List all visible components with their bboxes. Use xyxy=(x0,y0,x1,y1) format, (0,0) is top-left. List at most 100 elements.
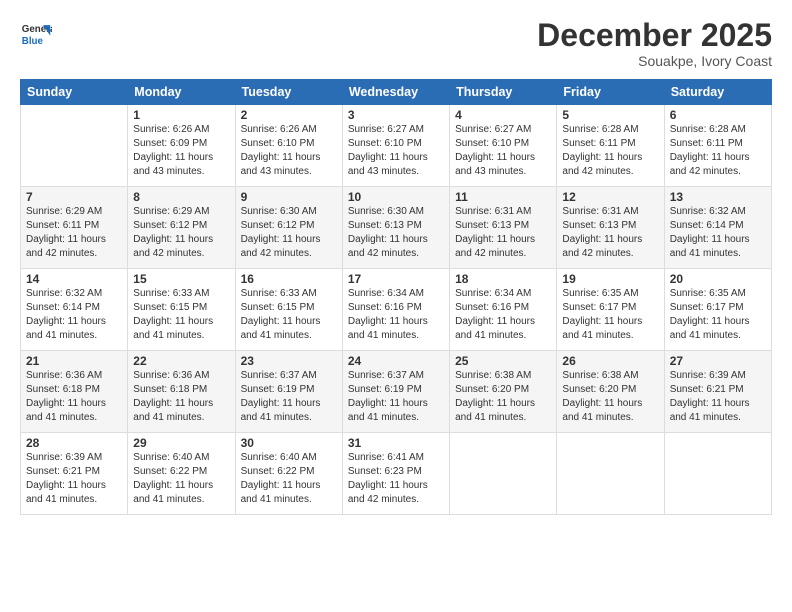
day-number: 8 xyxy=(133,190,229,204)
col-header-thursday: Thursday xyxy=(450,80,557,105)
calendar-cell: 17Sunrise: 6:34 AM Sunset: 6:16 PM Dayli… xyxy=(342,269,449,351)
calendar-cell: 11Sunrise: 6:31 AM Sunset: 6:13 PM Dayli… xyxy=(450,187,557,269)
day-number: 23 xyxy=(241,354,337,368)
calendar-cell: 23Sunrise: 6:37 AM Sunset: 6:19 PM Dayli… xyxy=(235,351,342,433)
calendar-cell: 18Sunrise: 6:34 AM Sunset: 6:16 PM Dayli… xyxy=(450,269,557,351)
svg-text:Blue: Blue xyxy=(22,36,44,47)
day-number: 17 xyxy=(348,272,444,286)
cell-info: Sunrise: 6:29 AM Sunset: 6:12 PM Dayligh… xyxy=(133,205,229,260)
page: General Blue December 2025 Souakpe, Ivor… xyxy=(0,0,792,612)
cell-info: Sunrise: 6:31 AM Sunset: 6:13 PM Dayligh… xyxy=(455,205,551,260)
cell-info: Sunrise: 6:30 AM Sunset: 6:13 PM Dayligh… xyxy=(348,205,444,260)
calendar-cell: 14Sunrise: 6:32 AM Sunset: 6:14 PM Dayli… xyxy=(21,269,128,351)
col-header-friday: Friday xyxy=(557,80,664,105)
calendar-cell: 13Sunrise: 6:32 AM Sunset: 6:14 PM Dayli… xyxy=(664,187,771,269)
logo: General Blue xyxy=(20,18,52,50)
calendar-cell: 4Sunrise: 6:27 AM Sunset: 6:10 PM Daylig… xyxy=(450,105,557,187)
week-row-3: 14Sunrise: 6:32 AM Sunset: 6:14 PM Dayli… xyxy=(21,269,772,351)
cell-info: Sunrise: 6:37 AM Sunset: 6:19 PM Dayligh… xyxy=(348,369,444,424)
calendar-cell xyxy=(664,433,771,515)
calendar-cell: 16Sunrise: 6:33 AM Sunset: 6:15 PM Dayli… xyxy=(235,269,342,351)
day-number: 26 xyxy=(562,354,658,368)
cell-info: Sunrise: 6:34 AM Sunset: 6:16 PM Dayligh… xyxy=(455,287,551,342)
month-title: December 2025 xyxy=(537,18,772,53)
calendar-cell: 29Sunrise: 6:40 AM Sunset: 6:22 PM Dayli… xyxy=(128,433,235,515)
week-row-4: 21Sunrise: 6:36 AM Sunset: 6:18 PM Dayli… xyxy=(21,351,772,433)
day-number: 1 xyxy=(133,108,229,122)
day-number: 31 xyxy=(348,436,444,450)
cell-info: Sunrise: 6:32 AM Sunset: 6:14 PM Dayligh… xyxy=(670,205,766,260)
calendar-cell: 25Sunrise: 6:38 AM Sunset: 6:20 PM Dayli… xyxy=(450,351,557,433)
cell-info: Sunrise: 6:38 AM Sunset: 6:20 PM Dayligh… xyxy=(455,369,551,424)
cell-info: Sunrise: 6:40 AM Sunset: 6:22 PM Dayligh… xyxy=(133,451,229,506)
cell-info: Sunrise: 6:35 AM Sunset: 6:17 PM Dayligh… xyxy=(562,287,658,342)
cell-info: Sunrise: 6:36 AM Sunset: 6:18 PM Dayligh… xyxy=(26,369,122,424)
day-number: 5 xyxy=(562,108,658,122)
cell-info: Sunrise: 6:37 AM Sunset: 6:19 PM Dayligh… xyxy=(241,369,337,424)
col-header-wednesday: Wednesday xyxy=(342,80,449,105)
day-number: 20 xyxy=(670,272,766,286)
day-number: 16 xyxy=(241,272,337,286)
cell-info: Sunrise: 6:31 AM Sunset: 6:13 PM Dayligh… xyxy=(562,205,658,260)
col-header-saturday: Saturday xyxy=(664,80,771,105)
calendar-cell: 6Sunrise: 6:28 AM Sunset: 6:11 PM Daylig… xyxy=(664,105,771,187)
calendar-cell xyxy=(557,433,664,515)
cell-info: Sunrise: 6:35 AM Sunset: 6:17 PM Dayligh… xyxy=(670,287,766,342)
day-number: 9 xyxy=(241,190,337,204)
day-number: 18 xyxy=(455,272,551,286)
cell-info: Sunrise: 6:26 AM Sunset: 6:09 PM Dayligh… xyxy=(133,123,229,178)
calendar-cell: 24Sunrise: 6:37 AM Sunset: 6:19 PM Dayli… xyxy=(342,351,449,433)
week-row-1: 1Sunrise: 6:26 AM Sunset: 6:09 PM Daylig… xyxy=(21,105,772,187)
cell-info: Sunrise: 6:30 AM Sunset: 6:12 PM Dayligh… xyxy=(241,205,337,260)
calendar-table: SundayMondayTuesdayWednesdayThursdayFrid… xyxy=(20,79,772,515)
cell-info: Sunrise: 6:39 AM Sunset: 6:21 PM Dayligh… xyxy=(670,369,766,424)
subtitle: Souakpe, Ivory Coast xyxy=(537,53,772,69)
cell-info: Sunrise: 6:27 AM Sunset: 6:10 PM Dayligh… xyxy=(348,123,444,178)
calendar-cell: 2Sunrise: 6:26 AM Sunset: 6:10 PM Daylig… xyxy=(235,105,342,187)
cell-info: Sunrise: 6:41 AM Sunset: 6:23 PM Dayligh… xyxy=(348,451,444,506)
calendar-cell: 12Sunrise: 6:31 AM Sunset: 6:13 PM Dayli… xyxy=(557,187,664,269)
cell-info: Sunrise: 6:27 AM Sunset: 6:10 PM Dayligh… xyxy=(455,123,551,178)
col-header-sunday: Sunday xyxy=(21,80,128,105)
calendar-cell: 26Sunrise: 6:38 AM Sunset: 6:20 PM Dayli… xyxy=(557,351,664,433)
calendar-cell: 21Sunrise: 6:36 AM Sunset: 6:18 PM Dayli… xyxy=(21,351,128,433)
cell-info: Sunrise: 6:33 AM Sunset: 6:15 PM Dayligh… xyxy=(133,287,229,342)
calendar-cell: 1Sunrise: 6:26 AM Sunset: 6:09 PM Daylig… xyxy=(128,105,235,187)
day-number: 6 xyxy=(670,108,766,122)
day-number: 28 xyxy=(26,436,122,450)
cell-info: Sunrise: 6:28 AM Sunset: 6:11 PM Dayligh… xyxy=(562,123,658,178)
day-number: 3 xyxy=(348,108,444,122)
cell-info: Sunrise: 6:39 AM Sunset: 6:21 PM Dayligh… xyxy=(26,451,122,506)
calendar-cell: 8Sunrise: 6:29 AM Sunset: 6:12 PM Daylig… xyxy=(128,187,235,269)
col-header-monday: Monday xyxy=(128,80,235,105)
day-number: 10 xyxy=(348,190,444,204)
col-header-tuesday: Tuesday xyxy=(235,80,342,105)
cell-info: Sunrise: 6:26 AM Sunset: 6:10 PM Dayligh… xyxy=(241,123,337,178)
day-number: 13 xyxy=(670,190,766,204)
cell-info: Sunrise: 6:32 AM Sunset: 6:14 PM Dayligh… xyxy=(26,287,122,342)
day-number: 14 xyxy=(26,272,122,286)
day-number: 7 xyxy=(26,190,122,204)
calendar-cell: 27Sunrise: 6:39 AM Sunset: 6:21 PM Dayli… xyxy=(664,351,771,433)
calendar-cell: 28Sunrise: 6:39 AM Sunset: 6:21 PM Dayli… xyxy=(21,433,128,515)
title-block: December 2025 Souakpe, Ivory Coast xyxy=(537,18,772,69)
calendar-cell: 5Sunrise: 6:28 AM Sunset: 6:11 PM Daylig… xyxy=(557,105,664,187)
calendar-cell: 15Sunrise: 6:33 AM Sunset: 6:15 PM Dayli… xyxy=(128,269,235,351)
cell-info: Sunrise: 6:34 AM Sunset: 6:16 PM Dayligh… xyxy=(348,287,444,342)
day-number: 19 xyxy=(562,272,658,286)
day-number: 2 xyxy=(241,108,337,122)
calendar-cell: 7Sunrise: 6:29 AM Sunset: 6:11 PM Daylig… xyxy=(21,187,128,269)
calendar-cell: 10Sunrise: 6:30 AM Sunset: 6:13 PM Dayli… xyxy=(342,187,449,269)
day-number: 30 xyxy=(241,436,337,450)
calendar-cell: 20Sunrise: 6:35 AM Sunset: 6:17 PM Dayli… xyxy=(664,269,771,351)
calendar-cell xyxy=(21,105,128,187)
header: General Blue December 2025 Souakpe, Ivor… xyxy=(20,18,772,69)
cell-info: Sunrise: 6:29 AM Sunset: 6:11 PM Dayligh… xyxy=(26,205,122,260)
header-row: SundayMondayTuesdayWednesdayThursdayFrid… xyxy=(21,80,772,105)
day-number: 15 xyxy=(133,272,229,286)
calendar-cell: 9Sunrise: 6:30 AM Sunset: 6:12 PM Daylig… xyxy=(235,187,342,269)
day-number: 4 xyxy=(455,108,551,122)
day-number: 25 xyxy=(455,354,551,368)
cell-info: Sunrise: 6:40 AM Sunset: 6:22 PM Dayligh… xyxy=(241,451,337,506)
logo-icon: General Blue xyxy=(20,18,52,50)
